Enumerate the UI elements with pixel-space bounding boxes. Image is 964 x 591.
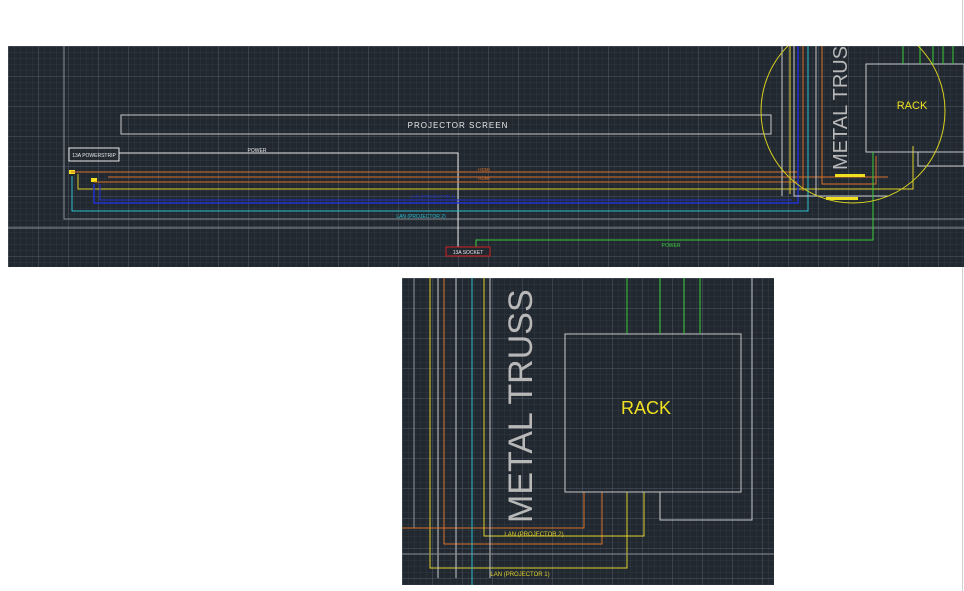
- power-strip-label: 13A POWERSTRIP: [72, 153, 116, 159]
- truss-yellow-bar-1: [835, 174, 865, 177]
- overview-svg: PROJECTOR SCREEN 13A POWERSTRIP POWER HD…: [8, 46, 964, 257]
- socket-label: 13A SOCKET: [453, 250, 484, 256]
- overview-drawing[interactable]: PROJECTOR SCREEN 13A POWERSTRIP POWER HD…: [8, 46, 964, 267]
- lan-projector-2-label: LAN (PROJECTOR 2): [396, 214, 446, 220]
- detail-drawing[interactable]: METAL TRUSS RACK LAN (PROJECTOR 2) LAN (…: [402, 278, 774, 585]
- projector-screen-label: PROJECTOR SCREEN: [408, 121, 509, 130]
- detail-lan-projector-1-label: LAN (PROJECTOR 1): [490, 572, 549, 578]
- detail-rack-side: [659, 278, 753, 521]
- lan-projector-1-cable: [77, 146, 914, 190]
- detail-rack-label: RACK: [621, 398, 671, 418]
- power-strip-plug-2: [91, 178, 97, 182]
- hdmi-label-2: HDMI: [478, 176, 490, 181]
- power-bottom-label: POWER: [662, 243, 681, 249]
- detail-lan-projector-2-label: LAN (PROJECTOR 2): [504, 532, 563, 538]
- rack-label: RACK: [897, 100, 928, 112]
- detail-metal-truss-label: METAL TRUSS: [502, 289, 540, 523]
- metal-truss-label: METAL TRUSS: [830, 46, 852, 170]
- detail-svg: METAL TRUSS RACK LAN (PROJECTOR 2) LAN (…: [402, 278, 774, 585]
- zoom-highlight-circle: [760, 46, 946, 204]
- hdmi-label-1: HDMI: [478, 167, 490, 172]
- truss-yellow-bar-2: [826, 197, 858, 200]
- rack-side-box: [917, 151, 964, 167]
- lan-projector-1-label: LAN (PROJECTOR 1): [411, 194, 456, 199]
- detail-hdmi-line-2: [402, 492, 585, 529]
- power-top-label: POWER: [248, 148, 267, 154]
- room-boundary-line: [63, 46, 964, 220]
